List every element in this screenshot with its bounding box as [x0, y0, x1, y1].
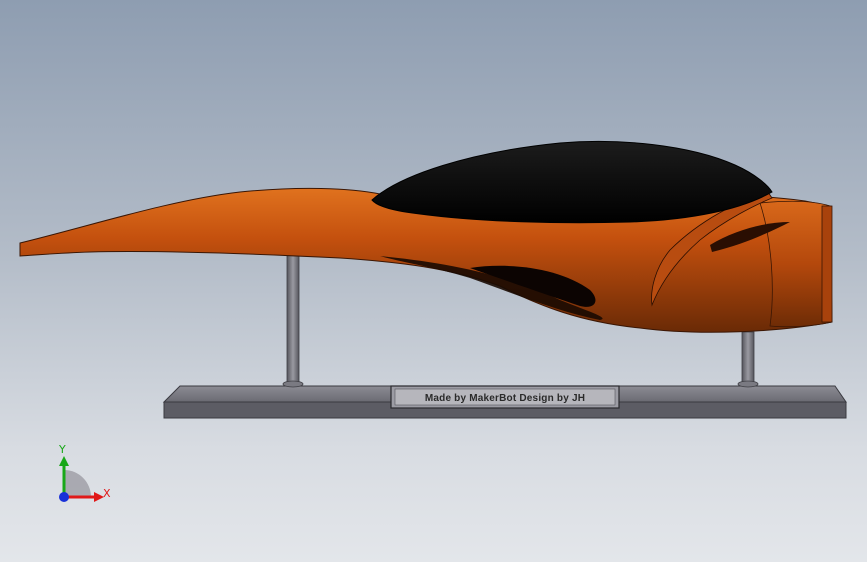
graphics-viewport[interactable]: Made by MakerBot Design by JH Y X [0, 0, 867, 562]
axis-triad: Y X [58, 443, 111, 502]
front-pole-foot [737, 380, 759, 388]
y-axis-label: Y [58, 443, 66, 456]
front-support-pole [741, 331, 755, 385]
cockpit-canopy [371, 140, 773, 224]
car-body[interactable] [19, 140, 833, 333]
rear-pole-foot [282, 380, 304, 388]
rear-support-pole [286, 251, 300, 385]
model-scene[interactable]: Made by MakerBot Design by JH Y X [0, 0, 867, 562]
name-plaque: Made by MakerBot Design by JH [390, 385, 620, 409]
triad-xy-plane [64, 470, 91, 497]
nose-cap [821, 205, 833, 323]
x-axis-label: X [103, 487, 111, 500]
z-axis-dot [59, 492, 69, 502]
plaque-label: Made by MakerBot Design by JH [425, 393, 585, 404]
y-axis-arrow [59, 456, 69, 466]
